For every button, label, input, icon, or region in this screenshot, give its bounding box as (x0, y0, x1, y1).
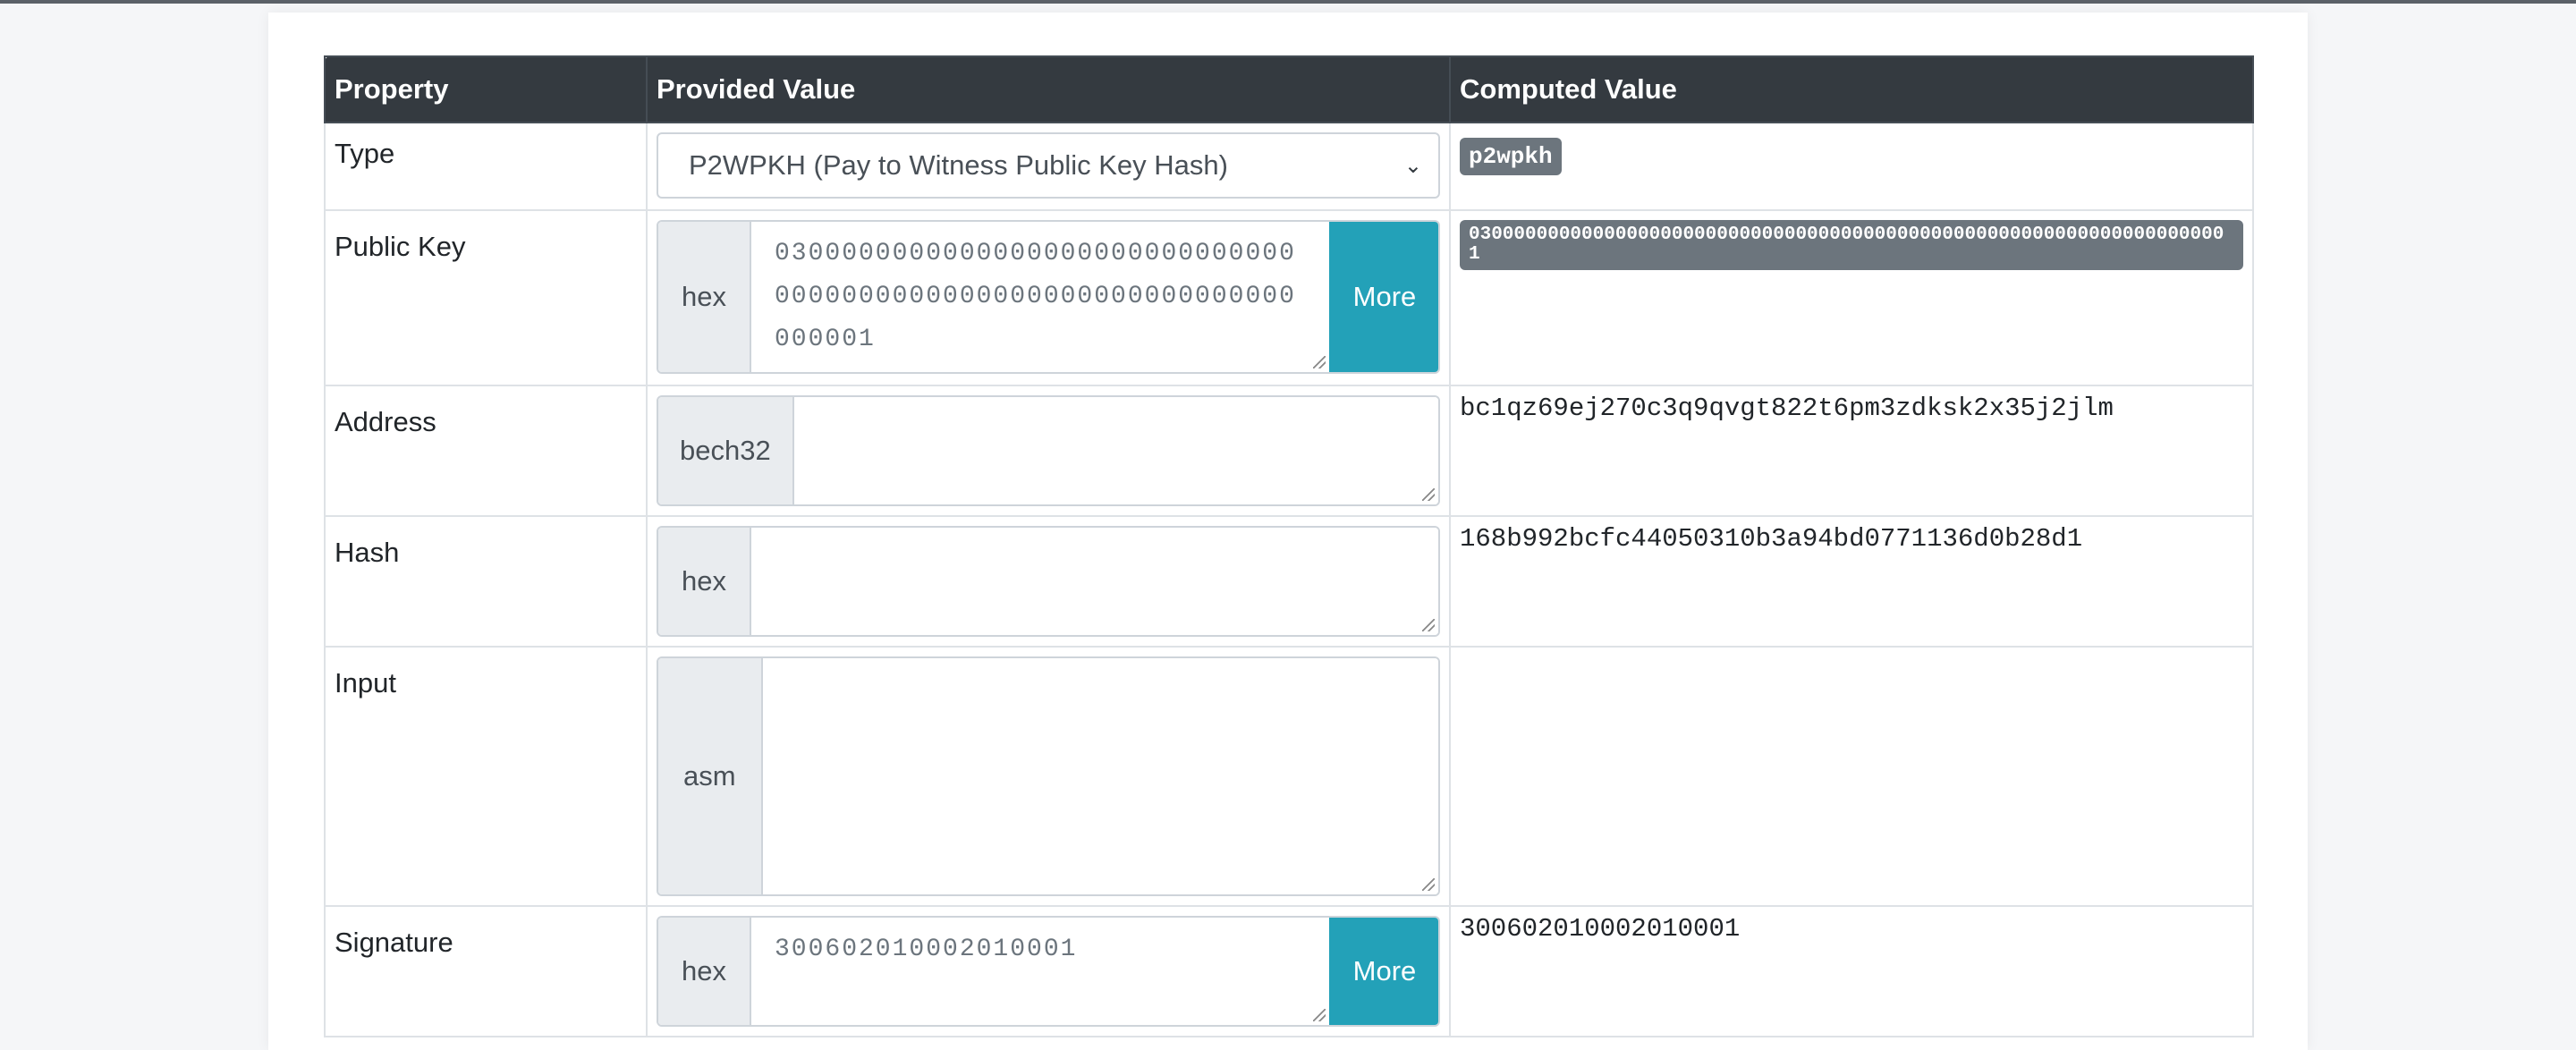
computed-cell-type: p2wpkh (1449, 122, 2254, 211)
computed-cell-public-key: 0300000000000000000000000000000000000000… (1449, 209, 2254, 386)
hash-prefix: hex (658, 528, 751, 635)
input-prefix: asm (658, 658, 763, 894)
address-textarea[interactable] (793, 397, 1438, 504)
input-input-group: asm (657, 656, 1440, 896)
computed-address: bc1qz69ej270c3q9qvgt822t6pm3zdksk2x35j2j… (1449, 385, 2254, 517)
row-label-signature: Signature (324, 905, 648, 1037)
header-computed-value: Computed Value (1449, 55, 2254, 123)
signature-input-group: hex 300602010002010001 More (657, 916, 1440, 1027)
type-select[interactable]: P2WPKH (Pay to Witness Public Key Hash) … (657, 132, 1440, 199)
provided-cell-public-key: hex 030000000000000000000000000000000000… (646, 209, 1451, 386)
resize-grip-icon[interactable] (1313, 356, 1326, 368)
row-label-address: Address (324, 385, 648, 517)
signature-prefix: hex (658, 918, 751, 1025)
resize-grip-icon[interactable] (1313, 1009, 1326, 1021)
row-label-hash: Hash (324, 515, 648, 648)
resize-grip-icon[interactable] (1422, 488, 1435, 501)
computed-hash: 168b992bcfc44050310b3a94bd0771136d0b28d1 (1449, 515, 2254, 648)
public-key-badge: 0300000000000000000000000000000000000000… (1460, 220, 2243, 270)
type-badge: p2wpkh (1460, 138, 1562, 175)
row-type: Type P2WPKH (Pay to Witness Public Key H… (324, 122, 2254, 211)
provided-cell-signature: hex 300602010002010001 More (646, 905, 1451, 1037)
provided-cell-input: asm (646, 646, 1451, 907)
header-provided-value: Provided Value (646, 55, 1451, 123)
public-key-textarea[interactable]: 0300000000000000000000000000000000000000… (750, 222, 1329, 372)
type-select-value: P2WPKH (Pay to Witness Public Key Hash) (689, 149, 1228, 181)
row-label-type: Type (324, 122, 648, 211)
row-signature: Signature hex 300602010002010001 More 30… (324, 905, 2254, 1037)
signature-textarea[interactable]: 300602010002010001 (750, 918, 1329, 1025)
public-key-input-group: hex 030000000000000000000000000000000000… (657, 220, 1440, 374)
provided-cell-hash: hex (646, 515, 1451, 648)
public-key-more-button[interactable]: More (1329, 222, 1438, 372)
input-textarea[interactable] (762, 658, 1438, 894)
computed-input (1449, 646, 2254, 907)
public-key-prefix: hex (658, 222, 751, 372)
computed-signature: 300602010002010001 (1449, 905, 2254, 1037)
resize-grip-icon[interactable] (1422, 619, 1435, 631)
hash-input-group: hex (657, 526, 1440, 637)
row-label-public-key: Public Key (324, 209, 648, 386)
address-prefix: bech32 (658, 397, 794, 504)
row-public-key: Public Key hex 0300000000000000000000000… (324, 209, 2254, 386)
row-input: Input asm (324, 646, 2254, 907)
provided-cell-address: bech32 (646, 385, 1451, 517)
table-header-row: Property Provided Value Computed Value (324, 55, 2254, 123)
hash-textarea[interactable] (750, 528, 1438, 635)
row-label-input: Input (324, 646, 648, 907)
signature-more-button[interactable]: More (1329, 918, 1438, 1025)
row-hash: Hash hex 168b992bcfc44050310b3a94bd07711… (324, 515, 2254, 648)
provided-cell-type: P2WPKH (Pay to Witness Public Key Hash) … (646, 122, 1451, 211)
resize-grip-icon[interactable] (1422, 878, 1435, 891)
chevron-down-icon: ⌄ (1403, 153, 1422, 178)
row-address: Address bech32 bc1qz69ej270c3q9qvgt822t6… (324, 385, 2254, 517)
header-property: Property (324, 55, 648, 123)
top-border (0, 0, 2576, 4)
address-input-group: bech32 (657, 395, 1440, 506)
script-properties-table: Property Provided Value Computed Value T… (324, 55, 2254, 1037)
